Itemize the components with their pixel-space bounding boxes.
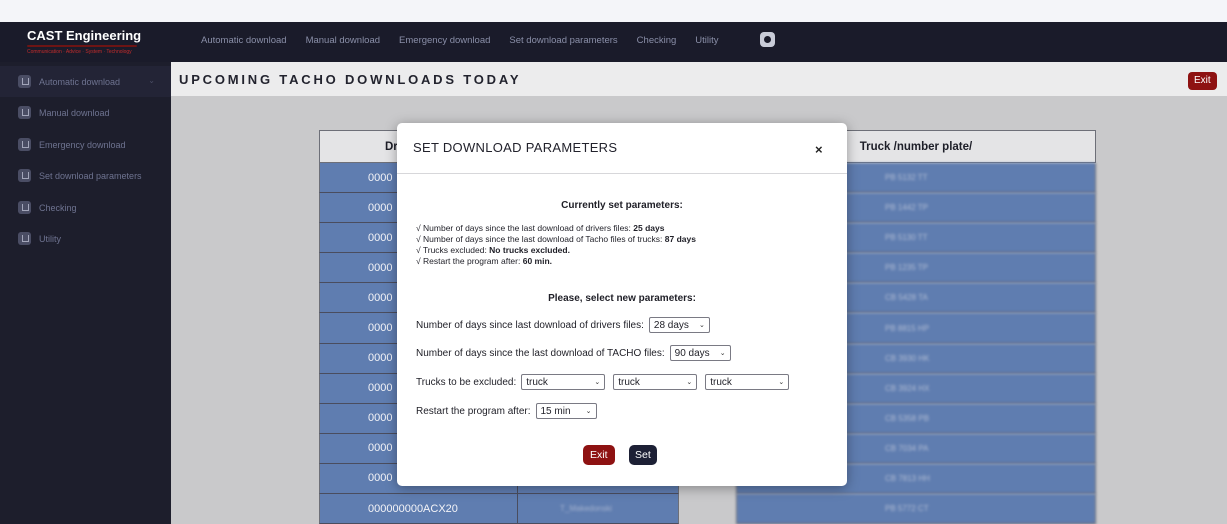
- exclude-trucks-row: Trucks to be excluded: truck ⌄ truck ⌄ tru…: [416, 374, 790, 390]
- sidebar-item-label: Checking: [39, 202, 77, 213]
- drivers-days-row: Number of days since last download of dr…: [416, 317, 710, 333]
- modal-title: SET DOWNLOAD PARAMETERS: [413, 140, 618, 155]
- restart-label: Restart the program after:: [416, 405, 531, 417]
- set-download-parameters-dialog: SET DOWNLOAD PARAMETERS × Currently set …: [397, 123, 847, 486]
- select-value: truck: [710, 376, 732, 388]
- param-restart: √ Restart the program after: 60 min.: [416, 256, 696, 267]
- close-icon[interactable]: ×: [815, 142, 823, 157]
- chevron-down-icon: ⌄: [148, 76, 155, 85]
- topnav-automatic-download[interactable]: Automatic download: [201, 35, 287, 46]
- brand-underline: [27, 45, 137, 47]
- drivers-days-select[interactable]: 28 days ⌄: [648, 317, 710, 333]
- page-title: UPCOMING TACHO DOWNLOADS TODAY: [179, 72, 522, 87]
- tacho-days-label: Number of days since the last download o…: [416, 347, 665, 359]
- table-row[interactable]: 000000000ACX20 T_Makedonski: [319, 494, 679, 524]
- drivers-days-label: Number of days since last download of dr…: [416, 319, 644, 331]
- exclude-trucks-label: Trucks to be excluded:: [416, 376, 517, 388]
- chevron-down-icon: ⌄: [585, 408, 592, 415]
- param-label: √ Number of days since the last download…: [416, 223, 634, 233]
- download-icon: [18, 201, 31, 214]
- sidebar-item-label: Utility: [39, 233, 61, 244]
- exclude-truck-select-2[interactable]: truck ⌄: [613, 374, 698, 390]
- chevron-down-icon: ⌄: [699, 322, 705, 329]
- topnav-utility[interactable]: Utility: [695, 35, 718, 46]
- param-trucks-excluded: √ Trucks excluded: No trucks excluded.: [416, 245, 696, 256]
- param-value: No trucks excluded.: [489, 245, 570, 255]
- sidebar-item-checking[interactable]: Checking: [0, 192, 171, 223]
- modal-set-button[interactable]: Set: [629, 445, 657, 465]
- sidebar-item-manual-download[interactable]: Manual download: [0, 97, 171, 128]
- modal-header: SET DOWNLOAD PARAMETERS ×: [397, 123, 847, 174]
- download-icon: [18, 232, 31, 245]
- top-navbar: CAST Engineering Communication · Advice …: [0, 22, 1227, 62]
- sidebar-item-emergency-download[interactable]: Emergency download: [0, 129, 171, 160]
- param-value: 60 min.: [522, 256, 553, 266]
- exit-button[interactable]: Exit: [1188, 72, 1217, 90]
- current-params-list: √ Number of days since the last download…: [416, 223, 696, 267]
- select-value: 28 days: [653, 319, 689, 331]
- sidebar-item-label: Manual download: [39, 107, 110, 118]
- select-value: 90 days: [674, 347, 710, 359]
- current-params-heading: Currently set parameters:: [561, 200, 683, 211]
- new-params-heading: Please, select new parameters:: [548, 293, 696, 304]
- brand-tagline: Communication · Advice · System · Techno…: [27, 49, 132, 55]
- truck-plate-cell[interactable]: PB 5772 CT: [736, 494, 1096, 524]
- param-label: √ Number of days since the last download…: [416, 234, 665, 244]
- modal-exit-button[interactable]: Exit: [583, 445, 615, 465]
- param-label: √ Trucks excluded:: [416, 245, 490, 255]
- chevron-down-icon: ⌄: [778, 379, 785, 386]
- top-nav-menu: Automatic download Manual download Emerg…: [201, 35, 719, 46]
- page-header: UPCOMING TACHO DOWNLOADS TODAY Exit: [171, 62, 1227, 96]
- download-icon: [18, 75, 31, 88]
- driver-card-id: 000000000ACX20: [320, 494, 518, 524]
- chevron-down-icon: ⌄: [594, 379, 601, 386]
- topnav-set-download-parameters[interactable]: Set download parameters: [509, 35, 617, 46]
- exclude-truck-select-1[interactable]: truck ⌄: [521, 374, 606, 390]
- tacho-days-select[interactable]: 90 days ⌄: [669, 345, 731, 361]
- sidebar-item-utility[interactable]: Utility: [0, 223, 171, 254]
- sidebar-item-automatic-download[interactable]: Automatic download ⌄: [0, 66, 171, 97]
- brand-logo[interactable]: CAST Engineering: [27, 28, 141, 43]
- chevron-down-icon: ⌄: [719, 350, 726, 357]
- topnav-manual-download[interactable]: Manual download: [306, 35, 380, 46]
- download-icon: [18, 169, 31, 182]
- driver-name: T_Makedonski: [560, 504, 613, 514]
- language-icon[interactable]: [760, 32, 775, 47]
- sidebar: Automatic download ⌄ Manual download Eme…: [0, 62, 171, 524]
- param-label: √ Restart the program after:: [416, 256, 523, 266]
- sidebar-item-label: Set download parameters: [39, 170, 142, 181]
- exclude-truck-select-3[interactable]: truck ⌄: [705, 374, 790, 390]
- param-value: 87 days: [664, 234, 696, 244]
- download-icon: [18, 138, 31, 151]
- select-value: 15 min: [540, 405, 571, 417]
- param-drivers-days: √ Number of days since the last download…: [416, 223, 696, 234]
- sidebar-item-set-download-parameters[interactable]: Set download parameters: [0, 160, 171, 191]
- chevron-down-icon: ⌄: [686, 379, 693, 386]
- restart-select[interactable]: 15 min ⌄: [535, 403, 597, 419]
- param-tacho-days: √ Number of days since the last download…: [416, 234, 696, 245]
- select-value: truck: [618, 376, 640, 388]
- restart-row: Restart the program after: 15 min ⌄: [416, 403, 597, 419]
- select-value: truck: [526, 376, 548, 388]
- topnav-emergency-download[interactable]: Emergency download: [399, 35, 490, 46]
- top-strip: [0, 0, 1227, 22]
- sidebar-item-label: Emergency download: [39, 139, 126, 150]
- topnav-checking[interactable]: Checking: [637, 35, 677, 46]
- tacho-days-row: Number of days since the last download o…: [416, 345, 731, 361]
- sidebar-item-label: Automatic download: [39, 76, 121, 87]
- param-value: 25 days: [633, 223, 665, 233]
- download-icon: [18, 106, 31, 119]
